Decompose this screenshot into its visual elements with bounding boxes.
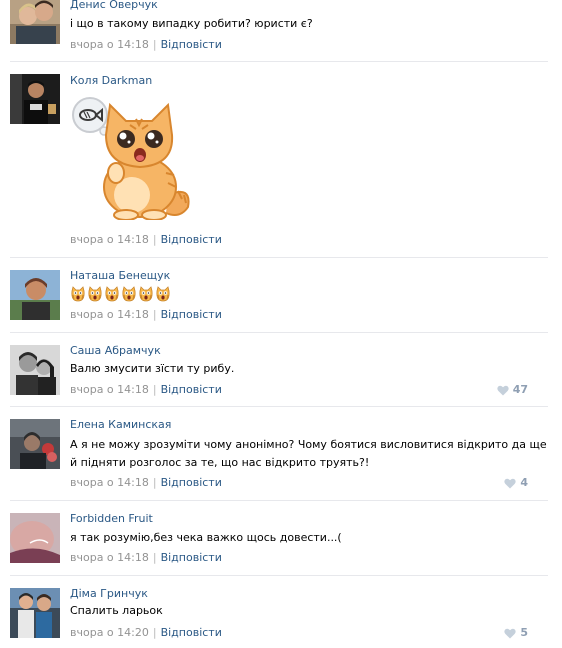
like-count: 4 xyxy=(520,476,528,489)
comment-meta: вчора о 14:18 | Відповісти xyxy=(70,38,222,52)
divider xyxy=(10,257,548,258)
comment-author[interactable]: Коля Darkman xyxy=(70,74,152,88)
comment-meta: вчора о 14:18 | Відповісти xyxy=(70,308,222,322)
comment-text: Спалить ларьок xyxy=(70,604,163,617)
comment-meta: вчора о 14:18 | Відповісти xyxy=(70,233,222,247)
avatar[interactable] xyxy=(10,270,60,320)
meta-separator: | xyxy=(152,383,157,396)
reply-link[interactable]: Відповісти xyxy=(161,626,222,639)
comment-author[interactable]: Forbidden Fruit xyxy=(70,512,153,526)
comment-text: я так розумію,без чека важко щось довест… xyxy=(70,531,342,544)
comment-time[interactable]: вчора о 14:20 xyxy=(70,626,149,639)
heart-icon xyxy=(504,478,516,488)
comment-time[interactable]: вчора о 14:18 xyxy=(70,233,149,246)
comment-meta: вчора о 14:18 | Відповісти xyxy=(70,383,222,397)
meta-separator: | xyxy=(152,38,157,51)
heart-icon xyxy=(497,385,509,395)
comment-text: А я не можу зрозуміти чому анонімно? Чом… xyxy=(70,438,547,469)
like-button[interactable]: 5 xyxy=(504,626,528,640)
avatar[interactable] xyxy=(10,0,60,44)
reply-link[interactable]: Відповісти xyxy=(161,383,222,396)
meta-separator: | xyxy=(152,476,157,489)
scream-emoji-icon xyxy=(156,286,170,302)
reply-link[interactable]: Відповісти xyxy=(161,476,222,489)
comment-author[interactable]: Денис Оверчук xyxy=(70,0,158,12)
meta-separator: | xyxy=(152,626,157,639)
meta-separator: | xyxy=(152,551,157,564)
comment-author[interactable]: Елена Каминская xyxy=(70,418,171,432)
like-button[interactable]: 4 xyxy=(504,476,528,490)
reply-link[interactable]: Відповісти xyxy=(161,233,222,246)
avatar[interactable] xyxy=(10,588,60,638)
meta-separator: | xyxy=(152,233,157,246)
comment-time[interactable]: вчора о 14:18 xyxy=(70,383,149,396)
divider xyxy=(10,406,548,407)
cat-sticker-icon xyxy=(70,95,200,221)
meta-separator: | xyxy=(152,308,157,321)
scream-emoji-icon xyxy=(139,286,153,302)
scream-emoji-icon xyxy=(71,286,85,302)
like-button[interactable]: 47 xyxy=(497,383,528,397)
divider xyxy=(10,61,548,62)
avatar[interactable] xyxy=(10,345,60,395)
comment-meta: вчора о 14:18 | Відповісти xyxy=(70,476,222,490)
reply-link[interactable]: Відповісти xyxy=(161,551,222,564)
comment-author[interactable]: Наташа Бенещук xyxy=(70,269,170,283)
comment-time[interactable]: вчора о 14:18 xyxy=(70,38,149,51)
scream-emoji-icon xyxy=(122,286,136,302)
divider xyxy=(10,575,548,576)
comment-author[interactable]: Саша Абрамчук xyxy=(70,344,161,358)
avatar[interactable] xyxy=(10,74,60,124)
like-count: 47 xyxy=(512,383,528,396)
scream-emoji-icon xyxy=(105,286,119,302)
comment-time[interactable]: вчора о 14:18 xyxy=(70,476,149,489)
heart-icon xyxy=(504,628,516,638)
comment-author[interactable]: Діма Гринчук xyxy=(70,587,148,601)
avatar[interactable] xyxy=(10,513,60,563)
emoji-row xyxy=(70,286,171,302)
avatar[interactable] xyxy=(10,419,60,469)
comment-meta: вчора о 14:20 | Відповісти xyxy=(70,626,222,640)
comment-time[interactable]: вчора о 14:18 xyxy=(70,551,149,564)
reply-link[interactable]: Відповісти xyxy=(161,308,222,321)
scream-emoji-icon xyxy=(88,286,102,302)
reply-link[interactable]: Відповісти xyxy=(161,38,222,51)
comment-meta: вчора о 14:18 | Відповісти xyxy=(70,551,222,565)
comment-text: і що в такому випадку робити? юристи є? xyxy=(70,17,313,30)
like-count: 5 xyxy=(520,626,528,639)
comment-text: Валю змусити зїсти ту рибу. xyxy=(70,362,235,375)
divider xyxy=(10,332,548,333)
comment-time[interactable]: вчора о 14:18 xyxy=(70,308,149,321)
divider xyxy=(10,500,548,501)
